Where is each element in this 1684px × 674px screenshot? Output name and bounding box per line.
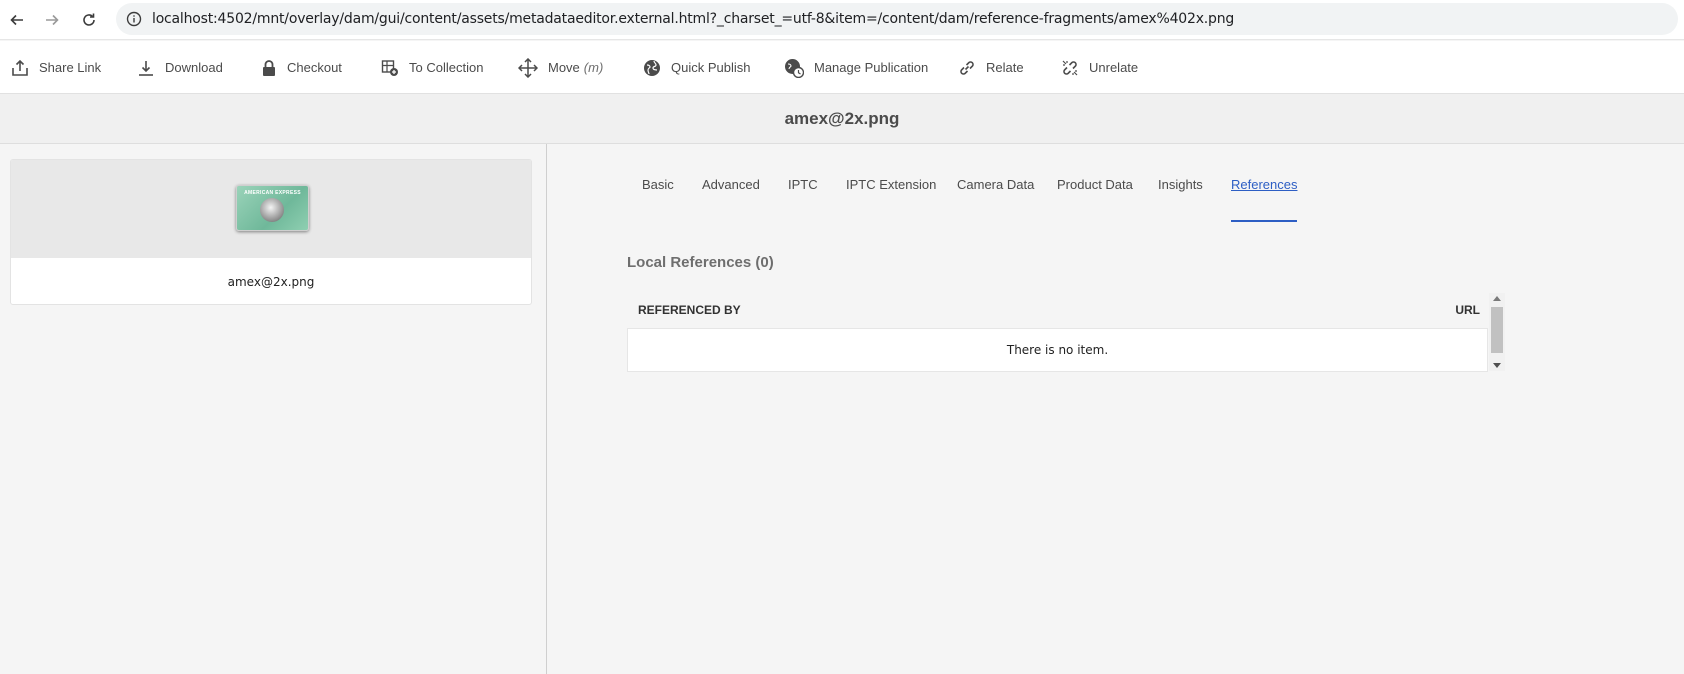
collection-add-icon (381, 59, 398, 76)
download-button[interactable]: Download (137, 41, 223, 94)
move-shortcut: (m) (583, 60, 604, 75)
tab-label: IPTC Extension (846, 177, 937, 192)
tab-advanced[interactable]: Advanced (702, 177, 760, 223)
title-bar: amex@2x.png (0, 94, 1684, 144)
url-text[interactable]: localhost:4502/mnt/overlay/dam/gui/conte… (152, 11, 1234, 27)
relate-button[interactable]: Relate (958, 41, 1024, 94)
relate-label: Relate (986, 60, 1024, 75)
reload-icon (83, 13, 95, 26)
tab-label: Product Data (1057, 177, 1133, 192)
share-icon (12, 59, 28, 76)
tab-iptc-extension[interactable]: IPTC Extension (846, 177, 936, 223)
address-bar[interactable]: localhost:4502/mnt/overlay/dam/gui/conte… (116, 3, 1678, 35)
references-scrollbar[interactable] (1489, 293, 1505, 371)
page-title: amex@2x.png (784, 109, 900, 128)
manage-publication-button[interactable]: Manage Publication (784, 41, 928, 94)
asset-thumbnail: AMERICAN EXPRESS (236, 185, 309, 231)
download-label: Download (165, 60, 223, 75)
scroll-down-arrow[interactable] (1493, 363, 1501, 368)
tab-label: Insights (1158, 177, 1203, 192)
move-button[interactable]: Move (m) (518, 41, 603, 94)
manage-publication-label: Manage Publication (814, 60, 929, 75)
column-referenced-by[interactable]: REFERENCED BY (638, 303, 741, 317)
column-url[interactable]: URL (1455, 303, 1480, 317)
tab-label: Basic (642, 177, 674, 192)
browser-bar: localhost:4502/mnt/overlay/dam/gui/conte… (0, 0, 1684, 40)
quick-publish-label: Quick Publish (671, 60, 751, 75)
references-table-body: There is no item. (627, 328, 1488, 372)
site-info-button[interactable] (124, 9, 144, 29)
checkout-label: Checkout (287, 60, 342, 75)
lock-icon (263, 59, 275, 76)
unlink-icon (1062, 60, 1078, 75)
globe-icon (644, 59, 660, 76)
empty-state-message: There is no item. (1006, 343, 1109, 357)
thumbnail-brand: AMERICAN EXPRESS (244, 190, 301, 196)
tab-label: IPTC (788, 177, 818, 192)
arrow-left-icon (10, 14, 23, 26)
thumbnail-area: AMERICAN EXPRESS (11, 160, 531, 258)
tab-camera-data[interactable]: Camera Data (957, 177, 1034, 223)
reload-button[interactable] (77, 8, 101, 32)
tab-product-data[interactable]: Product Data (1057, 177, 1133, 223)
checkout-button[interactable]: Checkout (261, 41, 342, 94)
centurion-emblem (260, 198, 284, 222)
quick-publish-button[interactable]: Quick Publish (643, 41, 750, 94)
forward-button[interactable] (40, 8, 64, 32)
info-icon (126, 11, 142, 27)
move-label: Move (548, 60, 580, 75)
back-button[interactable] (5, 8, 29, 32)
arrow-right-icon (46, 14, 59, 26)
unrelate-button[interactable]: Unrelate (1061, 41, 1138, 94)
download-icon (139, 60, 153, 76)
tab-insights[interactable]: Insights (1158, 177, 1203, 223)
asset-preview-panel: AMERICAN EXPRESS amex@2x.png (0, 144, 547, 674)
unrelate-label: Unrelate (1089, 60, 1139, 75)
tab-basic[interactable]: Basic (642, 177, 674, 223)
to-collection-label: To Collection (409, 60, 484, 75)
asset-card[interactable]: AMERICAN EXPRESS amex@2x.png (10, 159, 532, 305)
link-icon (960, 60, 974, 75)
references-table-header: REFERENCED BY URL (627, 296, 1488, 328)
to-collection-button[interactable]: To Collection (381, 41, 483, 94)
globe-clock-icon (785, 58, 804, 78)
share-link-label: Share Link (39, 60, 102, 75)
tab-label: References (1231, 177, 1298, 192)
share-link-button[interactable]: Share Link (11, 41, 101, 94)
tab-label: Camera Data (957, 177, 1035, 192)
active-tab-indicator (1231, 220, 1298, 222)
action-bar: Share Link Download Checkout To Collecti… (0, 41, 1684, 94)
asset-filename: amex@2x.png (227, 275, 315, 289)
tab-label: Advanced (702, 177, 760, 192)
local-references-title: Local References (0) (627, 254, 774, 271)
scrollbar-thumb[interactable] (1491, 307, 1503, 353)
tab-iptc[interactable]: IPTC (788, 177, 818, 223)
move-icon (518, 57, 538, 78)
scroll-up-arrow[interactable] (1493, 296, 1501, 301)
tab-references[interactable]: References (1231, 177, 1298, 223)
